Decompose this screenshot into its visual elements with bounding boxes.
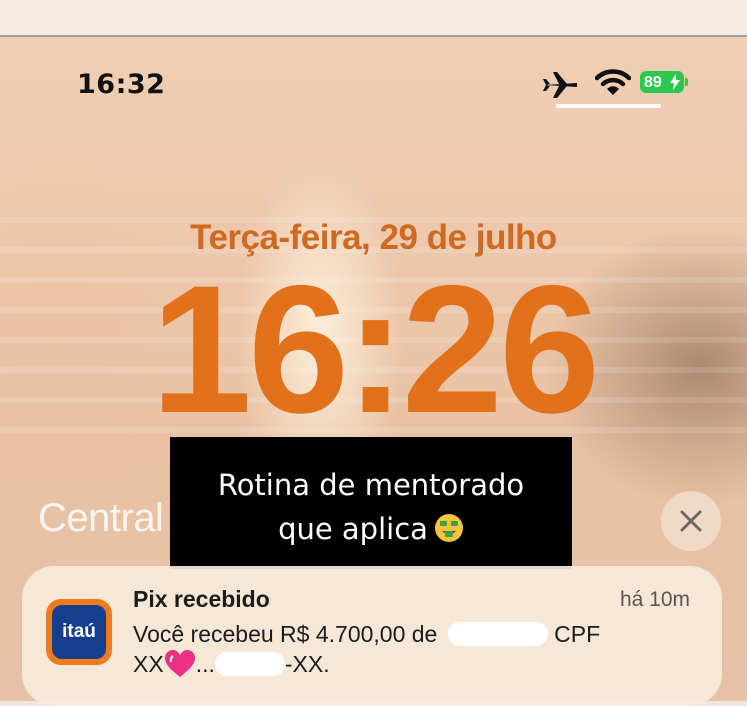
notification-title: Pix recebido (133, 586, 270, 612)
notification-timestamp: há 10m (619, 588, 690, 611)
status-underline (556, 104, 661, 108)
notification-card[interactable]: itaú Pix recebido há 10m Você recebeu R$… (22, 566, 722, 706)
status-icons: 89 (543, 68, 693, 108)
close-icon (680, 510, 702, 532)
caption-line-2-text: que aplica (278, 512, 428, 546)
notification-body-cpf: CPF (554, 621, 601, 647)
battery-cap (685, 78, 688, 86)
notification-center-label: Central (38, 496, 164, 540)
money-mouth-face-emoji (434, 514, 463, 542)
caption-line-1: Rotina de mentorado (217, 468, 525, 502)
redaction-mark-2 (214, 652, 285, 676)
caption-line-2: que aplica (170, 507, 572, 551)
battery-percent: 89 (644, 74, 662, 91)
notification-body-line2-end: -XX. (284, 651, 330, 677)
heart-sticker (164, 650, 195, 677)
clear-notifications-button[interactable] (661, 491, 721, 551)
notification-body-line2-mid: ... (195, 651, 215, 677)
lock-screen-clock: 16:26 (150, 247, 601, 451)
status-bar-time: 16:32 (77, 69, 166, 100)
redaction-mark (447, 622, 548, 646)
notification-body: Você recebeu R$ 4.700,00 de CPF XX ... -X… (133, 619, 703, 679)
notification-body-start: Você recebeu R$ 4.700,00 de (133, 621, 438, 647)
notification-body-line2-start: XX (133, 651, 164, 677)
itau-app-icon: itaú (46, 599, 112, 665)
itau-app-icon-label: itaú (52, 605, 106, 659)
battery-icon: 89 (640, 71, 684, 93)
airplane-icon (543, 72, 577, 98)
wifi-icon (595, 69, 631, 95)
caption-overlay: Rotina de mentorado que aplica (170, 437, 572, 569)
charging-bolt-icon (670, 74, 680, 90)
top-strip (0, 0, 747, 36)
